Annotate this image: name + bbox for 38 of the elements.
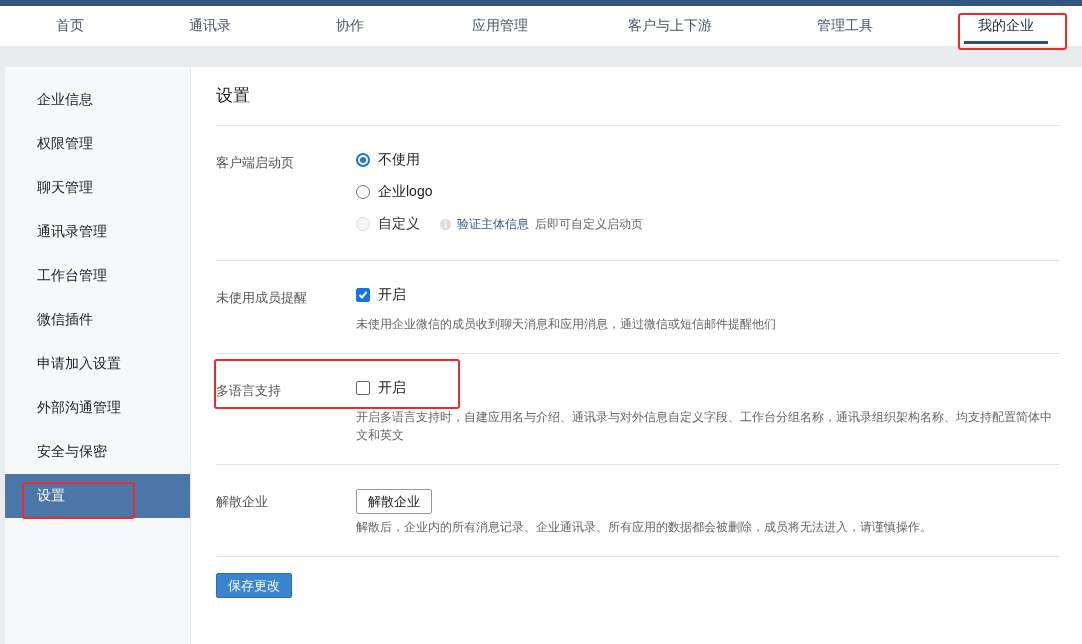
radio-label: 不使用: [378, 151, 420, 169]
sidebar-item[interactable]: 申请加入设置: [5, 342, 190, 386]
save-button[interactable]: 保存更改: [216, 573, 292, 598]
radio-button[interactable]: [356, 153, 370, 167]
sidebar-item[interactable]: 权限管理: [5, 122, 190, 166]
setting-label: 解散企业: [216, 493, 269, 511]
sidebar-item[interactable]: 外部沟通管理: [5, 386, 190, 430]
radio-button[interactable]: [356, 185, 370, 199]
sidebar-item[interactable]: 安全与保密: [5, 430, 190, 474]
sidebar-item[interactable]: 微信插件: [5, 298, 190, 342]
nav-tab[interactable]: 应用管理: [458, 6, 542, 46]
info-icon: [440, 218, 451, 230]
nav-tab[interactable]: 通讯录: [175, 6, 245, 46]
radio-label: 企业logo: [378, 183, 433, 201]
nav-tab[interactable]: 客户与上下游: [614, 6, 726, 46]
checkbox[interactable]: [356, 288, 370, 302]
nav-tab[interactable]: 管理工具: [803, 6, 887, 46]
description-text: 解散后，企业内的所有消息记录、企业通讯录、所有应用的数据都会被删除，成员将无法进入，请谨慎操作。: [356, 519, 933, 536]
radio-label: 自定义: [378, 215, 420, 233]
description-text: 未使用企业微信的成员收到聊天消息和应用消息，通过微信或短信邮件提醒他们: [356, 316, 777, 333]
nav-tab[interactable]: 我的企业: [964, 6, 1048, 46]
description-text: 开启多语言支持时，自建应用名与介绍、通讯录与对外信息自定义字段、工作台分组名称，通讯录组织架构名称、均支持配置简体中文和英文: [356, 409, 1053, 444]
sidebar-item[interactable]: 通讯录管理: [5, 210, 190, 254]
dissolve-button[interactable]: 解散企业: [356, 489, 432, 514]
checkbox-label: 开启: [378, 379, 406, 397]
setting-label: 多语言支持: [216, 382, 282, 400]
sidebar-item[interactable]: 工作台管理: [5, 254, 190, 298]
setting-label: 客户端启动页: [216, 154, 295, 172]
setting-label: 未使用成员提醒: [216, 289, 308, 307]
nav-tab[interactable]: 协作: [322, 6, 378, 46]
hint-text: 后即可自定义启动页: [535, 215, 643, 233]
sidebar-item[interactable]: 聊天管理: [5, 166, 190, 210]
sidebar-item[interactable]: 设置: [5, 474, 190, 518]
nav-tab[interactable]: 首页: [42, 6, 98, 46]
checkbox-label: 开启: [378, 286, 406, 304]
sidebar-item[interactable]: 企业信息: [5, 78, 190, 122]
checkbox[interactable]: [356, 381, 370, 395]
page-title: 设置: [216, 85, 1060, 126]
